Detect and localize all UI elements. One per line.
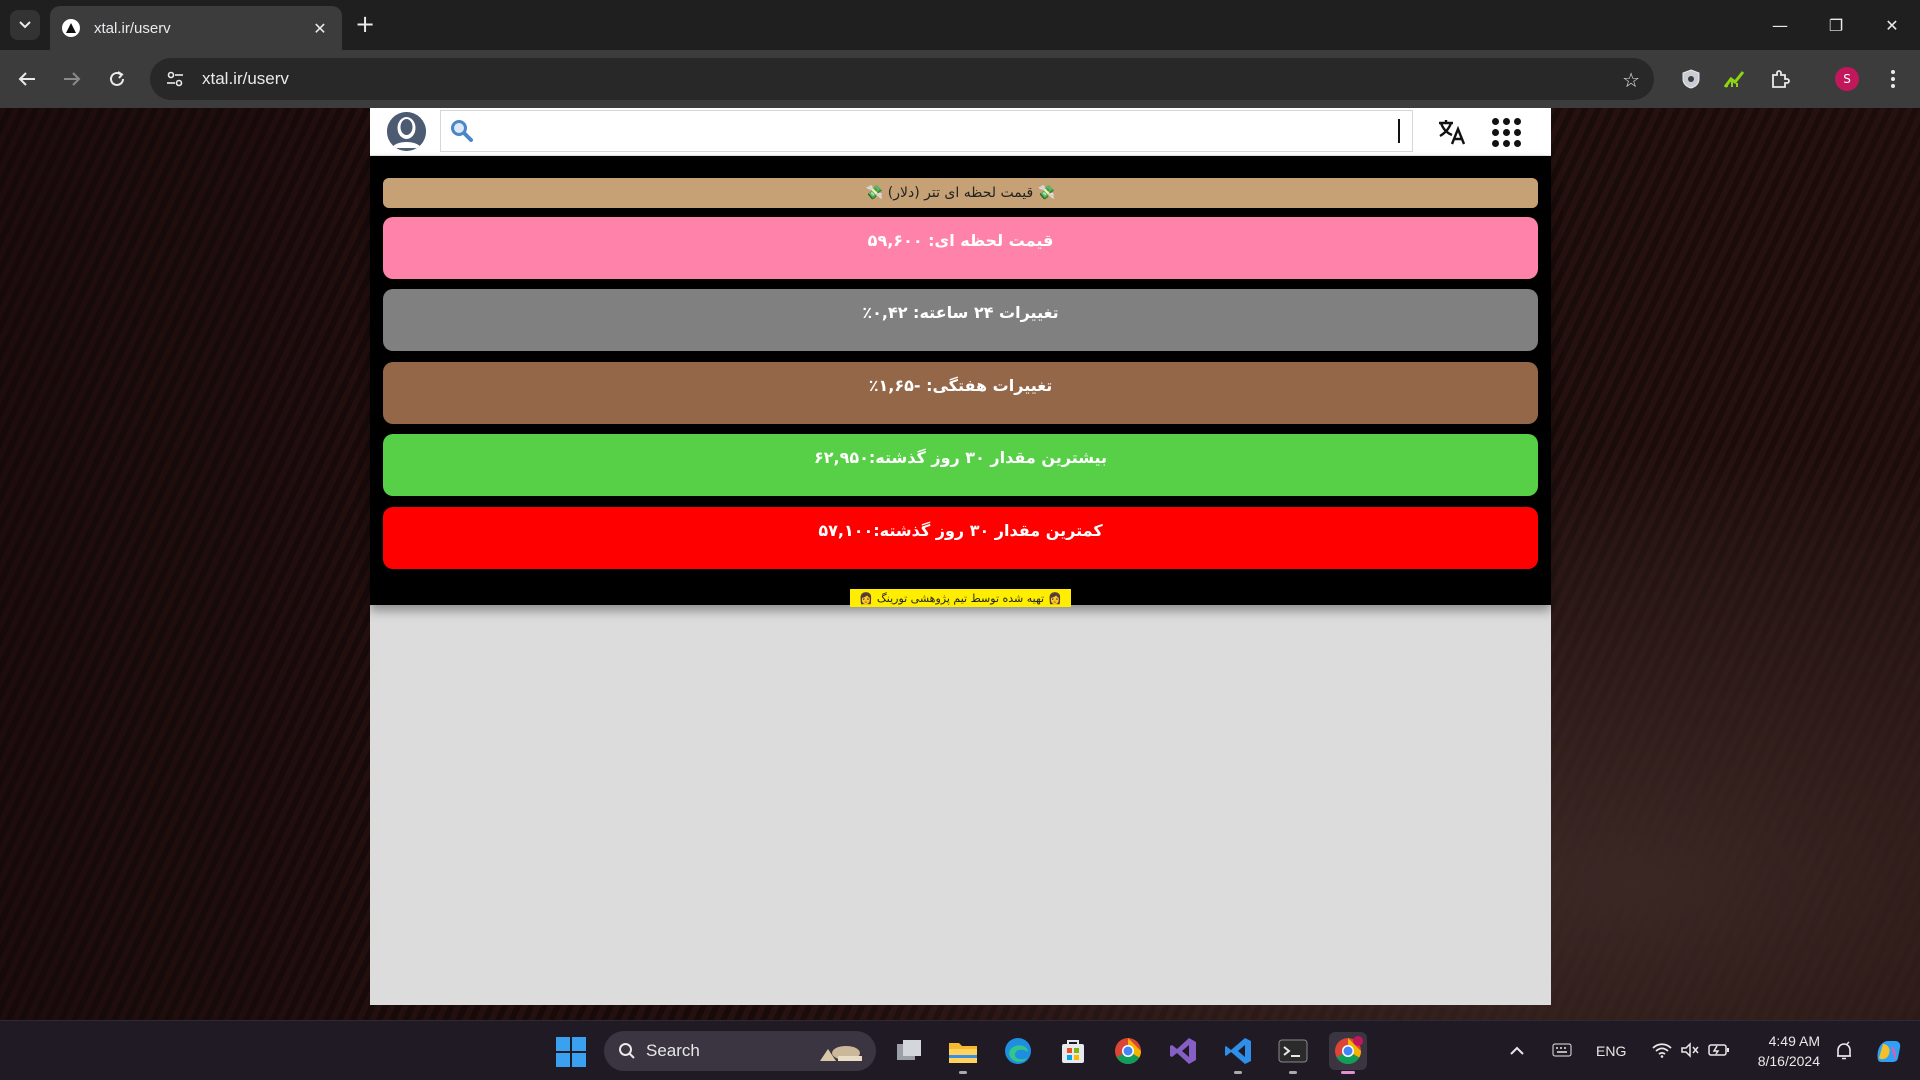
- chrome-profile-icon[interactable]: [1329, 1032, 1367, 1074]
- keyboard-icon[interactable]: [1552, 1043, 1572, 1060]
- system-tray: ENG: [1510, 1021, 1730, 1080]
- chart-extension-icon[interactable]: [1719, 64, 1749, 94]
- search-icon: [451, 120, 473, 142]
- profile-avatar[interactable]: S: [1832, 64, 1862, 94]
- minimize-button[interactable]: —: [1752, 0, 1808, 50]
- bookmark-star-icon[interactable]: ☆: [1622, 68, 1640, 92]
- app-header: [370, 108, 1551, 156]
- clock-time: 4:49 AM: [1768, 1033, 1820, 1049]
- tab-search-button[interactable]: [10, 10, 40, 40]
- taskbar-search-label: Search: [646, 1041, 700, 1060]
- search-box[interactable]: [440, 110, 1413, 152]
- task-view-icon[interactable]: [890, 1032, 928, 1070]
- current-price-card: قیمت لحظه ای: ۵۹,۶۰۰: [383, 217, 1538, 279]
- price-panel: 💸 قیمت لحظه ای تتر (دلار) 💸 قیمت لحظه ای…: [370, 156, 1551, 607]
- address-bar[interactable]: xtal.ir/userv ☆: [150, 58, 1654, 100]
- site-favicon-icon: [62, 19, 80, 37]
- terminal-icon[interactable]: [1274, 1032, 1312, 1074]
- reload-icon: [110, 71, 124, 86]
- person-icon: 👩: [859, 591, 873, 605]
- max-30d-card: بیشترین مقدار ۳۰ روز گذشته:۶۲,۹۵۰: [383, 434, 1538, 496]
- browser-tab-bar: xtal.ir/userv ✕ + — ❐ ✕: [0, 0, 1920, 50]
- more-vertical-icon: [1891, 70, 1895, 88]
- windows-start-icon[interactable]: [556, 1037, 586, 1067]
- max-30d-text: بیشترین مقدار ۳۰ روز گذشته:۶۲,۹۵۰: [813, 448, 1108, 467]
- current-price-text: قیمت لحظه ای: ۵۹,۶۰۰: [867, 231, 1054, 250]
- weekly-change-text: تغییرات هفتگی: -۱,۶۵٪: [868, 376, 1053, 395]
- browser-menu-button[interactable]: [1878, 64, 1908, 94]
- clock-date: 8/16/2024: [1757, 1053, 1820, 1069]
- taskbar-clock[interactable]: 4:49 AM 8/16/2024: [1740, 1031, 1820, 1071]
- url-text: xtal.ir/userv: [202, 69, 289, 88]
- site-info-icon[interactable]: [164, 68, 186, 90]
- chrome-icon[interactable]: [1109, 1032, 1147, 1070]
- taskbar-search[interactable]: Search: [604, 1031, 876, 1071]
- language-indicator[interactable]: ENG: [1596, 1043, 1626, 1059]
- panel-title: 💸 قیمت لحظه ای تتر (دلار) 💸: [383, 178, 1538, 208]
- volume-muted-icon[interactable]: [1680, 1041, 1700, 1061]
- user-avatar-icon[interactable]: [387, 112, 426, 151]
- active-indicator: [1341, 1071, 1355, 1074]
- profile-initial: S: [1835, 67, 1859, 91]
- file-explorer-icon[interactable]: [944, 1032, 982, 1074]
- copilot-icon[interactable]: [1869, 1032, 1907, 1070]
- translate-icon[interactable]: [1436, 116, 1468, 148]
- weekly-change-card: تغییرات هفتگی: -۱,۶۵٪: [383, 362, 1538, 424]
- window-controls: — ❐ ✕: [1752, 0, 1920, 50]
- windows-taskbar: Search ENG 4:49 AM 8/16/2024: [0, 1020, 1920, 1080]
- text-caret: [1398, 119, 1400, 143]
- min-30d-card: کمترین مقدار ۳۰ روز گذشته:۵۷,۱۰۰: [383, 507, 1538, 569]
- wifi-icon[interactable]: [1652, 1042, 1672, 1061]
- footer-credit-text: تهیه شده توسط تیم پژوهشی تورینگ: [876, 591, 1045, 605]
- chevron-down-icon: [19, 21, 31, 29]
- arrow-right-icon: [64, 72, 81, 86]
- search-icon: [619, 1043, 635, 1059]
- apps-grid-icon[interactable]: [1491, 117, 1521, 147]
- visual-studio-icon[interactable]: [1164, 1032, 1202, 1070]
- app-container: 💸 قیمت لحظه ای تتر (دلار) 💸 قیمت لحظه ای…: [370, 108, 1551, 1005]
- tab-title: xtal.ir/userv: [94, 19, 171, 37]
- notification-bell-icon[interactable]: [1825, 1032, 1863, 1070]
- change-24h-card: تغییرات ۲۴ ساعته: ۰,۴۲٪: [383, 289, 1538, 351]
- footer-credit: 👩 تهیه شده توسط تیم پژوهشی تورینگ 👩: [850, 589, 1071, 607]
- min-30d-text: کمترین مقدار ۳۰ روز گذشته:۵۷,۱۰۰: [818, 521, 1103, 540]
- shield-extension-icon[interactable]: [1676, 64, 1706, 94]
- person-icon: 👩: [1048, 591, 1062, 605]
- vscode-icon[interactable]: [1219, 1032, 1257, 1074]
- new-tab-button[interactable]: +: [354, 12, 376, 38]
- browser-tab[interactable]: xtal.ir/userv ✕: [50, 6, 342, 50]
- close-window-button[interactable]: ✕: [1864, 0, 1920, 50]
- change-24h-text: تغییرات ۲۴ ساعته: ۰,۴۲٪: [862, 303, 1059, 322]
- running-indicator: [1234, 1071, 1242, 1074]
- forward-button[interactable]: [57, 64, 87, 94]
- running-indicator: [1289, 1071, 1297, 1074]
- battery-icon[interactable]: [1708, 1043, 1730, 1060]
- arrow-left-icon: [18, 72, 35, 86]
- microsoft-store-icon[interactable]: [1054, 1032, 1092, 1070]
- search-input[interactable]: [475, 113, 1398, 149]
- running-indicator: [959, 1071, 967, 1074]
- reload-button[interactable]: [102, 64, 132, 94]
- browser-toolbar: xtal.ir/userv ☆ S: [0, 50, 1920, 108]
- search-highlight-icon: [816, 1039, 864, 1068]
- extensions-puzzle-icon[interactable]: [1765, 64, 1795, 94]
- show-hidden-icons-chevron-icon[interactable]: [1510, 1043, 1524, 1059]
- edge-icon[interactable]: [999, 1032, 1037, 1070]
- restore-button[interactable]: ❐: [1808, 0, 1864, 50]
- tab-close-icon[interactable]: ✕: [310, 19, 330, 38]
- page-background: 💸 قیمت لحظه ای تتر (دلار) 💸 قیمت لحظه ای…: [0, 108, 1920, 1020]
- back-button[interactable]: [12, 64, 42, 94]
